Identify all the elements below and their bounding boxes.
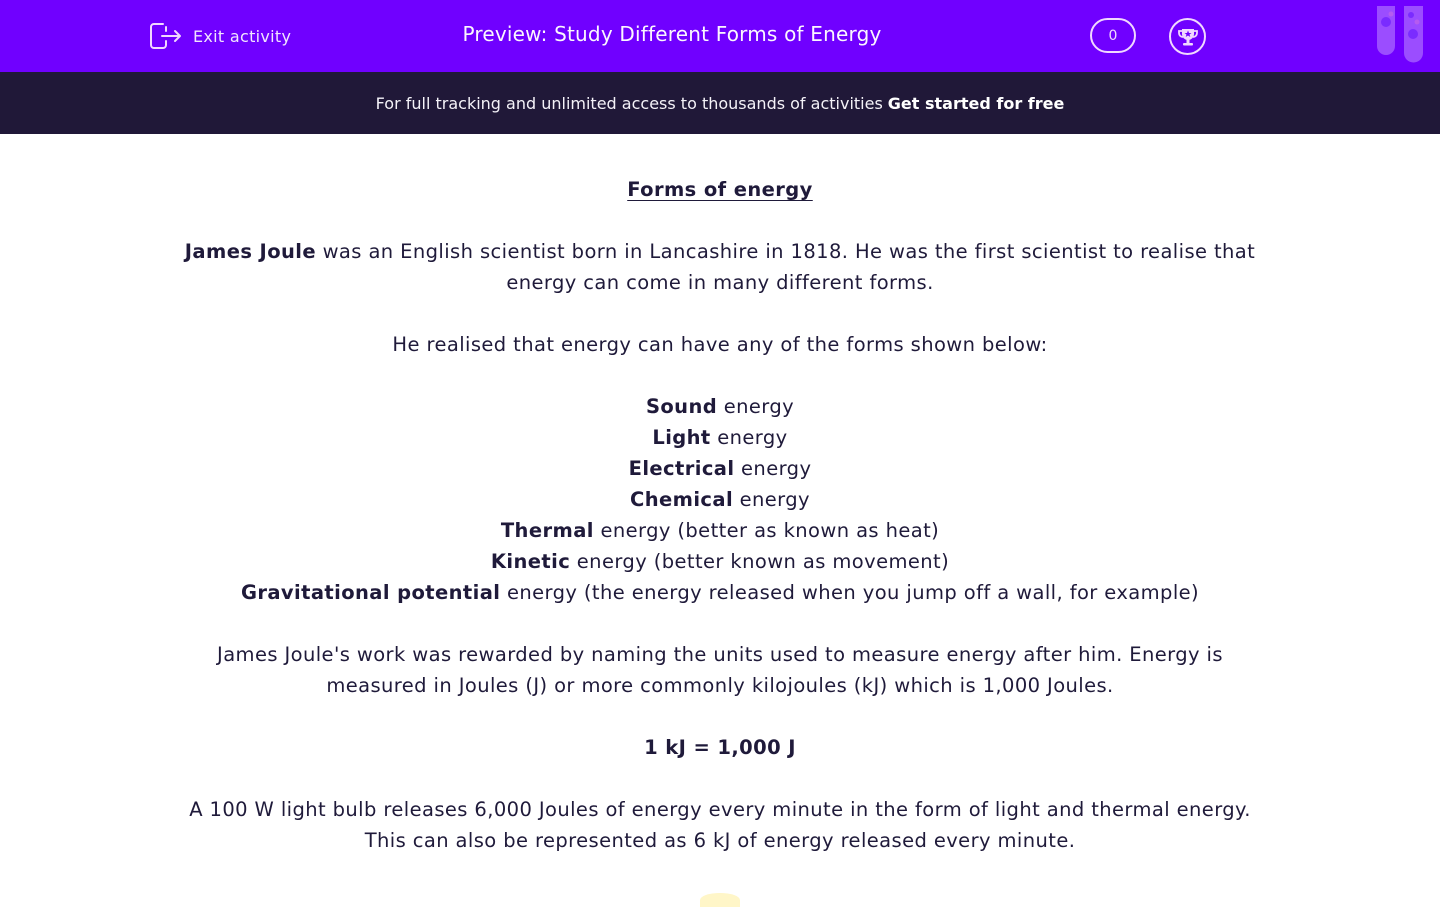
energy-form-name: Sound [645, 395, 718, 418]
light-bulb-image [700, 893, 740, 907]
example-text-2: This can also be represented as 6 kJ of … [364, 829, 1076, 852]
intro-bold: James Joule [184, 240, 316, 263]
energy-form-name: Light [652, 426, 711, 449]
page-title: Preview: Study Different Forms of Energy [462, 22, 882, 46]
trophy-button[interactable] [1169, 18, 1206, 55]
get-started-link[interactable]: Get started for free [888, 94, 1065, 113]
test-tubes-icon [1377, 6, 1423, 63]
example-paragraph: A 100 W light bulb releases 6,000 Joules… [150, 794, 1290, 856]
trophy-icon [1177, 28, 1198, 45]
lesson-content: Forms of energy James Joule was an Engli… [150, 174, 1290, 856]
energy-form-item: Chemical energy [150, 484, 1290, 515]
intro-text-2: energy can come in many different forms. [506, 271, 934, 294]
energy-form-item: Sound energy [150, 391, 1290, 422]
energy-form-desc: energy (better as known as heat) [593, 519, 940, 542]
units-text: James Joule's work was rewarded by namin… [217, 643, 1223, 666]
energy-form-name: Electrical [628, 457, 735, 480]
energy-form-name: Kinetic [490, 550, 571, 573]
equation-text: 1 kJ = 1,000 J [644, 736, 796, 759]
score-counter[interactable]: 0 [1090, 18, 1136, 53]
section-heading: Forms of energy [627, 178, 813, 201]
energy-form-desc: energy [734, 457, 812, 480]
energy-form-item: Electrical energy [150, 453, 1290, 484]
banner-text: For full tracking and unlimited access t… [375, 93, 883, 113]
energy-form-desc: energy (better known as movement) [570, 550, 950, 573]
units-paragraph: James Joule's work was rewarded by namin… [150, 639, 1290, 701]
lead-paragraph: He realised that energy can have any of … [392, 333, 1048, 356]
top-bar: Exit activity Preview: Study Different F… [0, 0, 1440, 72]
signup-banner: For full tracking and unlimited access t… [0, 72, 1440, 134]
energy-form-item: Kinetic energy (better known as movement… [150, 546, 1290, 577]
energy-form-name: Gravitational potential [240, 581, 501, 604]
intro-paragraph: James Joule was an English scientist bor… [150, 236, 1290, 298]
energy-form-desc: energy (the energy released when you jum… [500, 581, 1200, 604]
energy-form-item: Thermal energy (better as known as heat) [150, 515, 1290, 546]
score-value: 0 [1108, 27, 1118, 44]
energy-form-name: Chemical [630, 488, 734, 511]
energy-form-name: Thermal [500, 519, 594, 542]
equation: 1 kJ = 1,000 J [150, 732, 1290, 763]
energy-form-desc: energy [710, 426, 788, 449]
energy-form-desc: energy [733, 488, 810, 511]
energy-form-item: Gravitational potential energy (the ener… [150, 577, 1290, 608]
intro-text: was an English scientist born in Lancash… [315, 240, 1256, 263]
energy-form-item: Light energy [150, 422, 1290, 453]
units-text-2: measured in Joules (J) or more commonly … [326, 674, 1114, 697]
energy-form-desc: energy [717, 395, 795, 418]
example-text: A 100 W light bulb releases 6,000 Joules… [189, 798, 1251, 821]
